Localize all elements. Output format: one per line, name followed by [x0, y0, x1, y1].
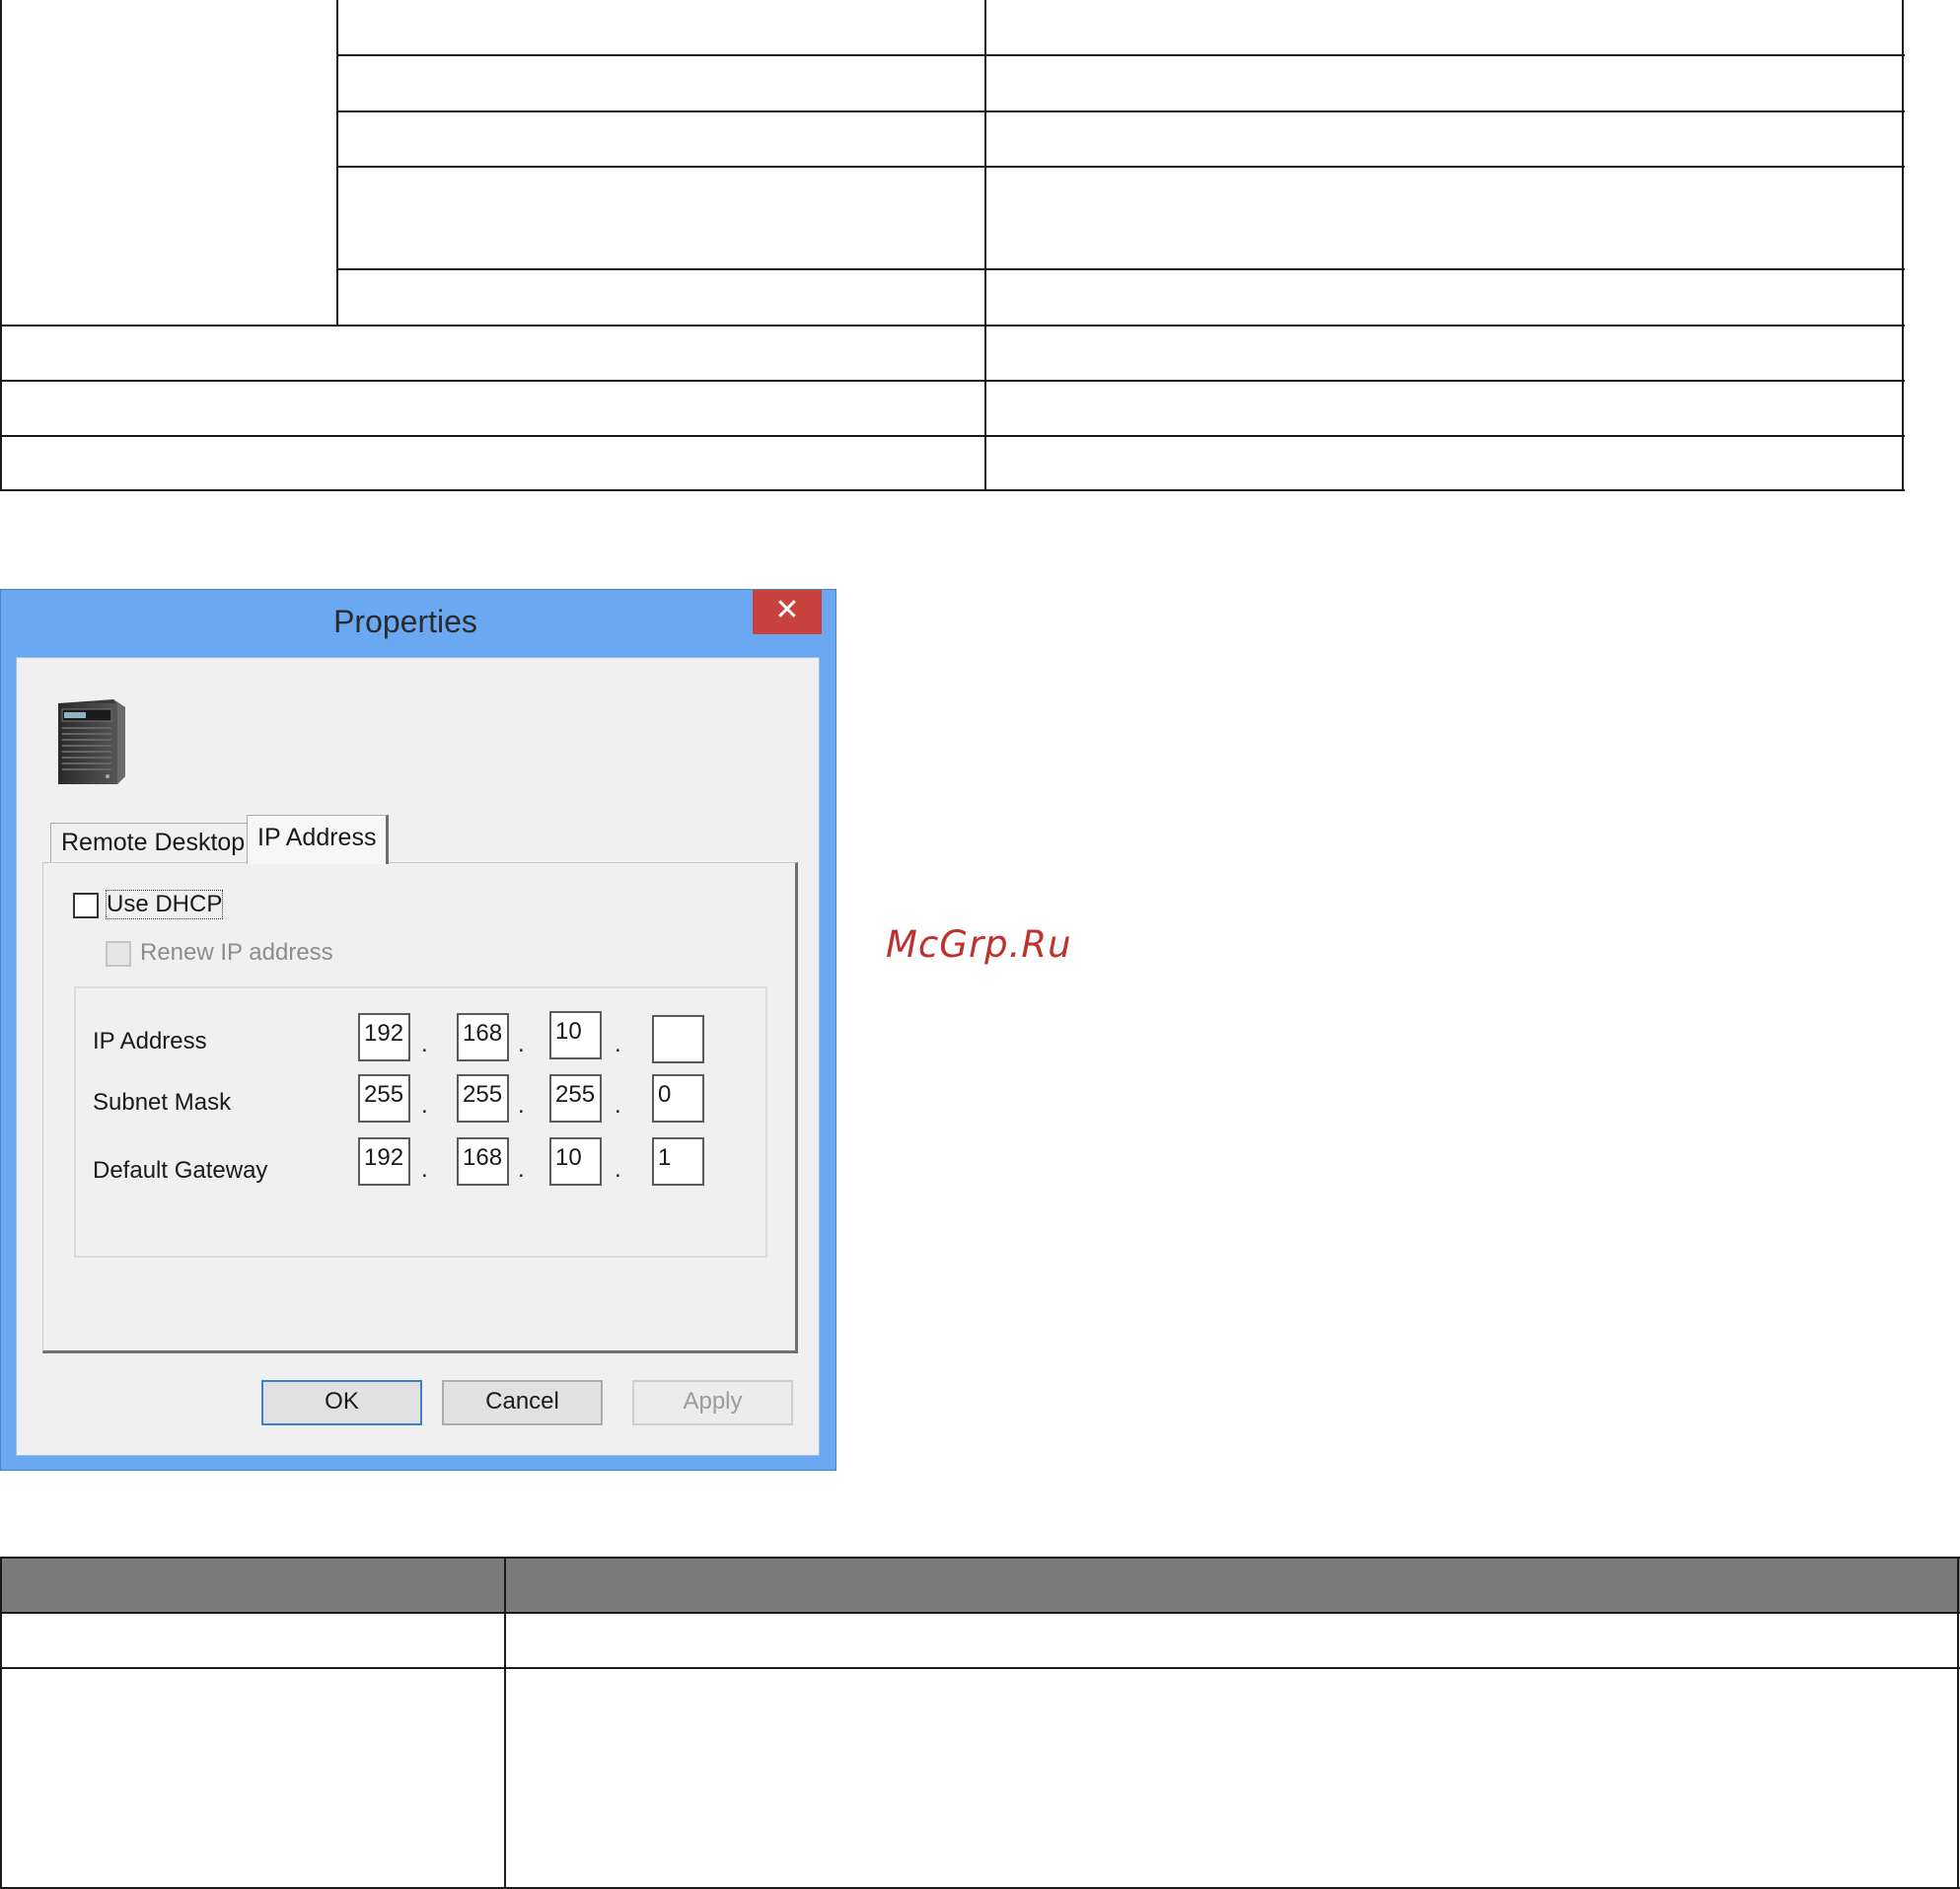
table-left-border [0, 1557, 2, 1889]
table-row-divider [338, 166, 1905, 168]
gateway-octet-2[interactable]: 168 [457, 1137, 509, 1186]
ip-octet-4[interactable] [652, 1015, 704, 1063]
subnet-mask-label: Subnet Mask [93, 1089, 232, 1116]
table-col-divider [504, 1557, 506, 1889]
close-button[interactable]: ✕ [753, 590, 822, 634]
gateway-octet-4[interactable]: 1 [652, 1137, 704, 1186]
table-row-divider [0, 1667, 1960, 1669]
octet-separator: . [421, 1031, 428, 1057]
subnet-octet-4[interactable]: 0 [652, 1074, 704, 1123]
table-row-divider [0, 325, 1905, 327]
tab-remote-desktop[interactable]: Remote Desktop [50, 823, 256, 863]
table-row-divider [0, 435, 1905, 437]
octet-separator: . [615, 1031, 621, 1057]
watermark-text: McGrp.Ru [886, 923, 1072, 966]
table-header-row [0, 1557, 1960, 1613]
gateway-octet-1[interactable]: 192 [358, 1137, 410, 1186]
apply-button[interactable]: Apply [632, 1380, 793, 1425]
ip-address-label: IP Address [93, 1028, 207, 1054]
table-row-divider [338, 54, 1905, 56]
octet-separator: . [518, 1031, 525, 1057]
octet-separator: . [421, 1156, 428, 1183]
default-gateway-label: Default Gateway [93, 1157, 268, 1184]
octet-separator: . [615, 1156, 621, 1183]
bottom-table [0, 1557, 1960, 1889]
octet-separator: . [518, 1092, 525, 1119]
ip-octet-1[interactable]: 192 [358, 1013, 410, 1061]
use-dhcp-label[interactable]: Use DHCP [105, 890, 224, 919]
ip-octet-2[interactable]: 168 [457, 1013, 509, 1061]
table-row-divider [0, 1612, 1960, 1614]
renew-ip-checkbox[interactable] [106, 941, 131, 967]
title-bar[interactable]: Properties ✕ [1, 590, 835, 657]
use-dhcp-checkbox[interactable] [73, 893, 99, 918]
subnet-octet-3[interactable]: 255 [549, 1074, 602, 1123]
ip-octet-3[interactable]: 10 [549, 1011, 602, 1059]
table-row-divider [338, 110, 1905, 112]
properties-dialog: Properties ✕ Remote Desktop IP Address U… [0, 589, 836, 1471]
table-col-divider [336, 0, 338, 327]
tab-ip-address[interactable]: IP Address [247, 815, 390, 864]
window-title: Properties [333, 604, 477, 639]
nas-server-icon [58, 699, 125, 784]
renew-ip-label: Renew IP address [140, 939, 333, 966]
table-col-divider [984, 0, 986, 491]
dialog-client-area: Remote Desktop IP Address Use DHCP Renew… [16, 657, 820, 1456]
gateway-octet-3[interactable]: 10 [549, 1137, 602, 1186]
octet-separator: . [615, 1092, 621, 1119]
octet-separator: . [421, 1092, 428, 1119]
close-icon: ✕ [774, 593, 800, 627]
subnet-octet-2[interactable]: 255 [457, 1074, 509, 1123]
octet-separator: . [518, 1156, 525, 1183]
table-right-border [1957, 1557, 1959, 1889]
table-left-border [0, 0, 2, 491]
table-row-divider [0, 380, 1905, 382]
subnet-octet-1[interactable]: 255 [358, 1074, 410, 1123]
table-row-divider [338, 268, 1905, 270]
top-table [0, 0, 1905, 491]
cancel-button[interactable]: Cancel [442, 1380, 603, 1425]
table-right-border [1902, 0, 1904, 491]
table-top-border [0, 1557, 1960, 1559]
ok-button[interactable]: OK [261, 1380, 422, 1425]
table-bottom-border [0, 489, 1905, 491]
